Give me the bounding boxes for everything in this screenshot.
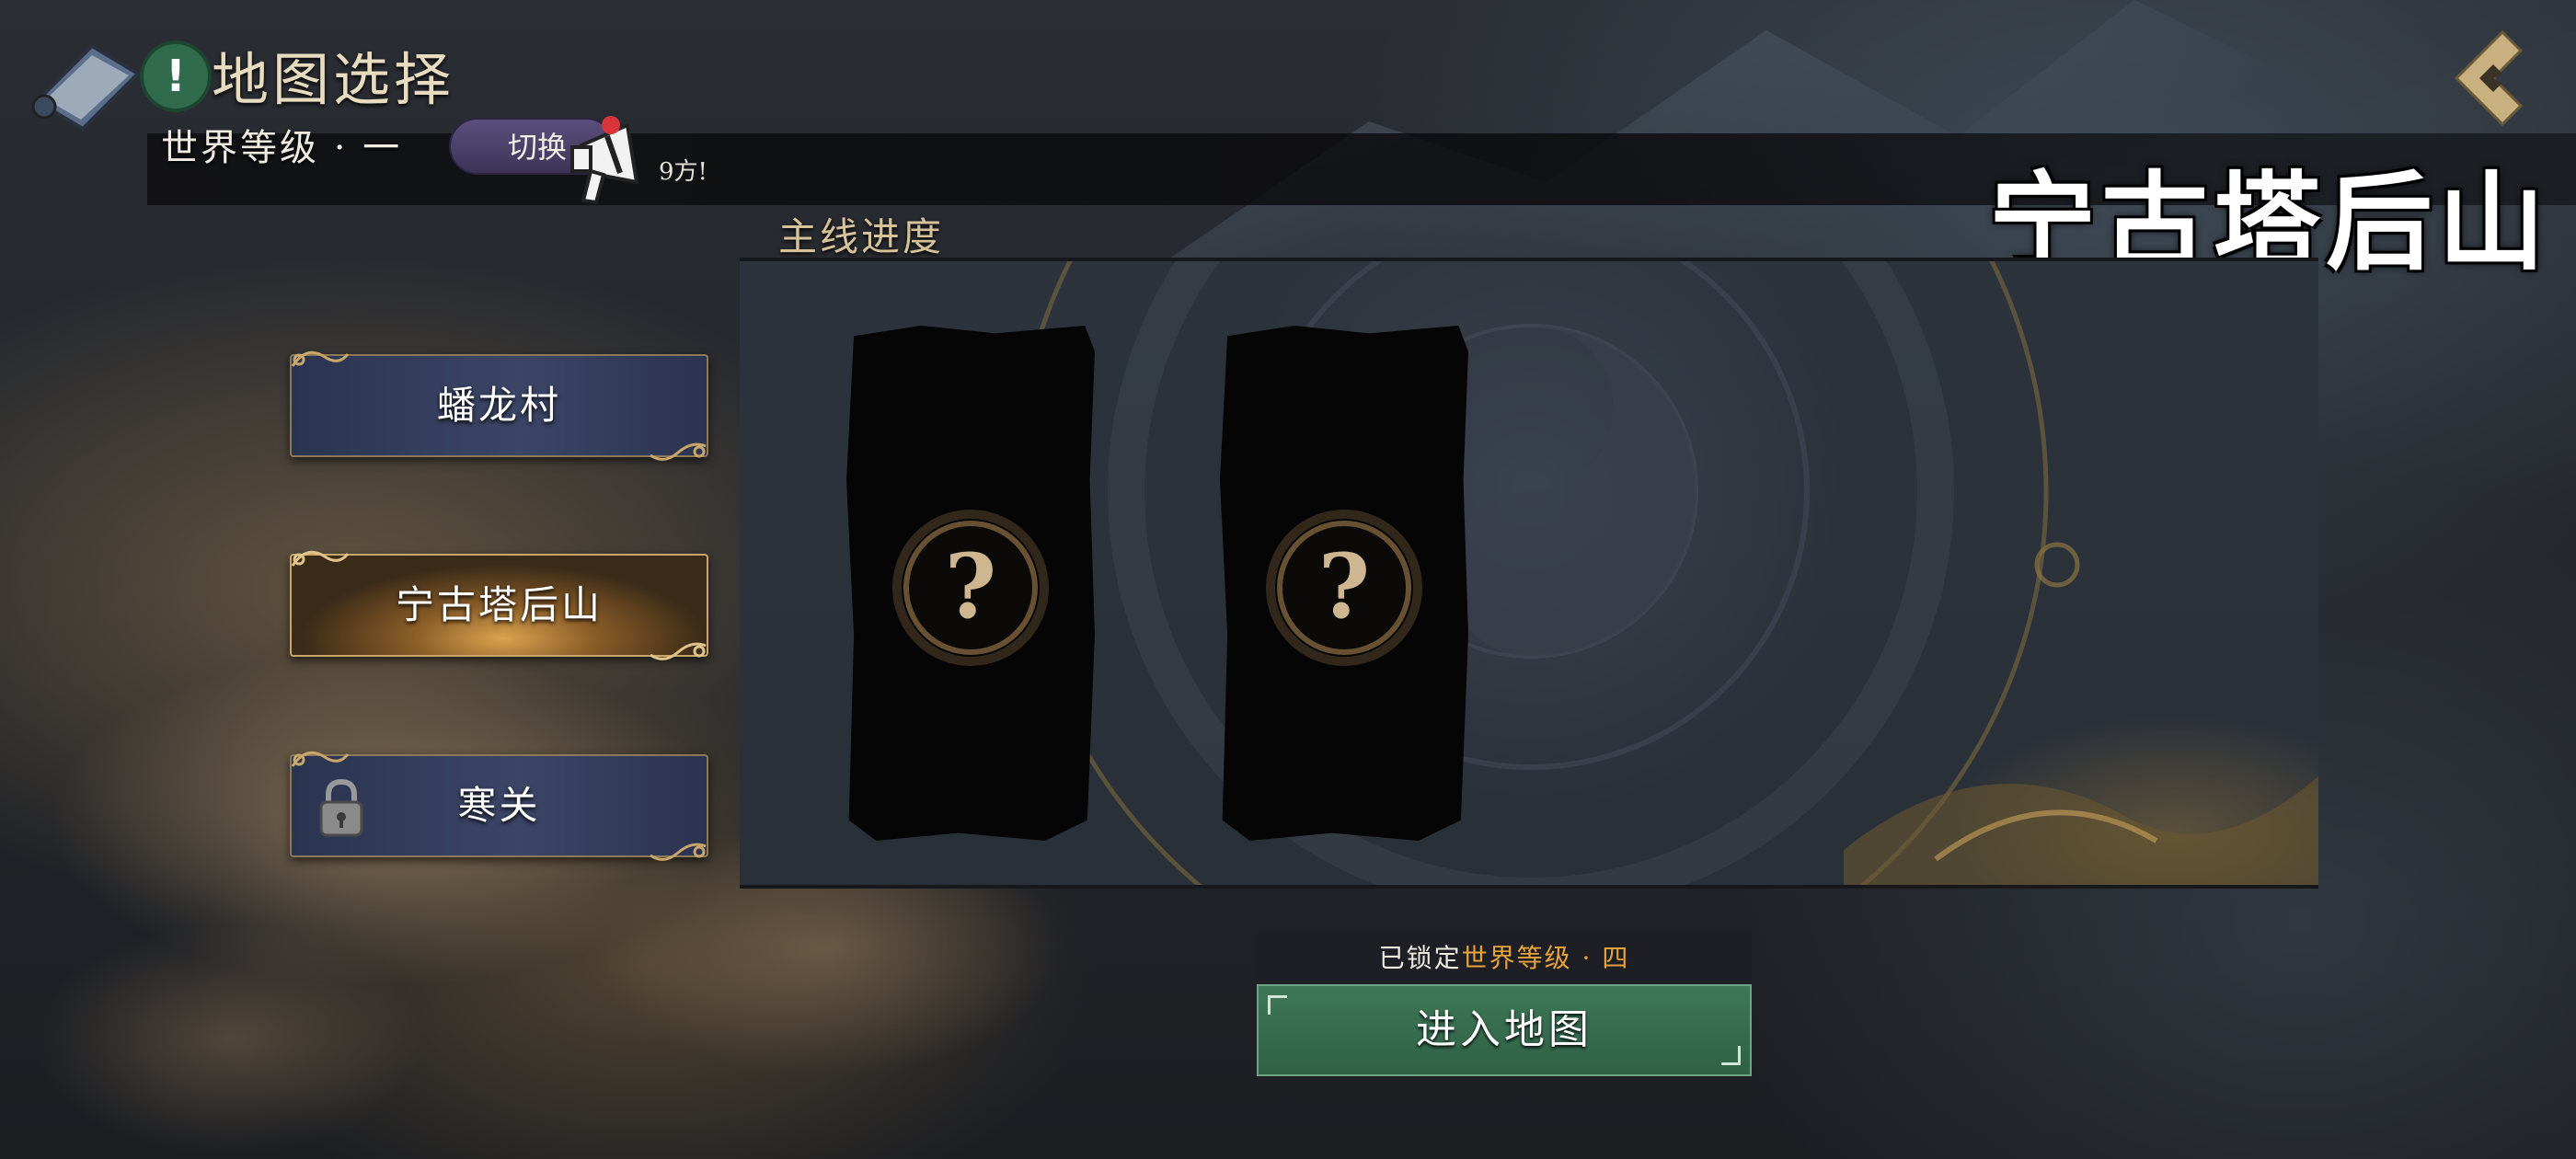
map-item-label: 蟠龙村 xyxy=(436,383,561,428)
scroll-map-icon xyxy=(31,43,142,132)
corner-decoration xyxy=(1268,995,1287,1015)
ornament-icon xyxy=(650,642,707,660)
corner-decoration xyxy=(1721,1046,1741,1065)
map-item-hanguan[interactable]: 寒关 xyxy=(290,751,708,861)
svg-text:?: ? xyxy=(945,534,996,638)
world-level-label: 世界等级 · 一 xyxy=(161,127,403,169)
back-icon[interactable] xyxy=(2438,28,2530,129)
lock-prefix: 已锁定 xyxy=(1378,943,1462,973)
progress-card-locked[interactable]: ? xyxy=(1220,326,1468,841)
locked-world-level-note: 已锁定世界等级 · 四 xyxy=(1257,933,1752,984)
alert-icon: ! xyxy=(140,40,212,112)
question-mark-icon: ? xyxy=(892,510,1049,666)
ornament-icon xyxy=(650,843,707,861)
main-progress-panel: ? ? xyxy=(740,258,2318,889)
map-item-label: 宁古塔后山 xyxy=(395,582,603,627)
locked-level: 世界等级 · 四 xyxy=(1461,943,1630,973)
page-title: 地图选择 xyxy=(212,46,455,113)
map-item-ningguta-back-mountain[interactable]: 宁古塔后山 xyxy=(290,550,708,660)
switch-button-label: 切换 xyxy=(508,130,568,165)
megaphone-icon[interactable] xyxy=(563,109,664,208)
enter-map-label: 进入地图 xyxy=(1416,1006,1593,1053)
progress-card-locked[interactable]: ? xyxy=(846,326,1095,841)
game-screen: ! 地图选择 世界等级 · 一 切换 9方! 宁古塔后山 蟠龙村 宁古塔后山 寒… xyxy=(0,0,2576,1159)
ornament-icon xyxy=(650,442,707,461)
map-item-label: 寒关 xyxy=(457,783,541,828)
map-item-panlong-village[interactable]: 蟠龙村 xyxy=(290,350,708,461)
main-progress-title: 主线进度 xyxy=(778,214,945,259)
svg-text:?: ? xyxy=(1318,534,1370,638)
notice-text: 9方! xyxy=(659,158,707,186)
enter-map-button[interactable]: 进入地图 xyxy=(1257,984,1752,1076)
question-mark-icon: ? xyxy=(1266,510,1422,666)
